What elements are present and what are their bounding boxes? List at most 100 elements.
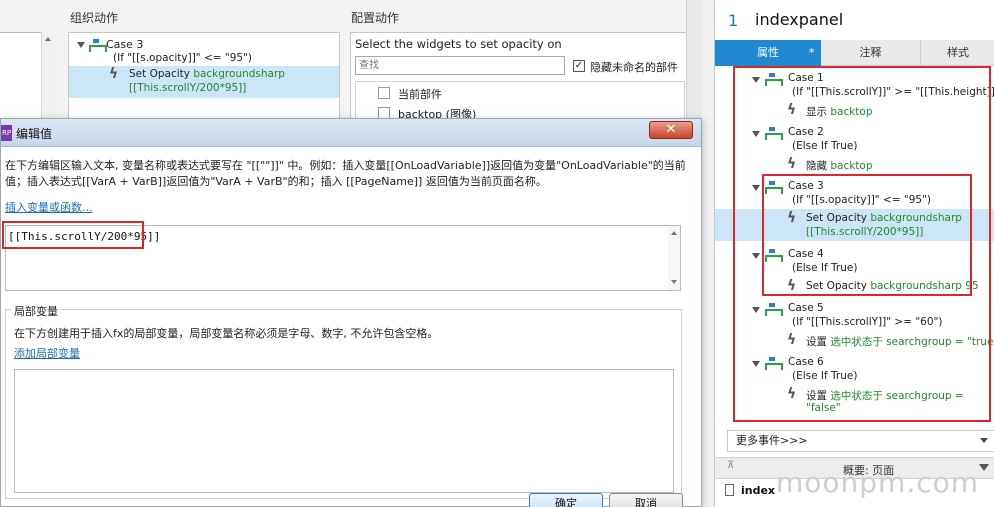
lightning-icon: ϟ — [109, 66, 119, 82]
tab-notes[interactable]: 注释 — [821, 40, 921, 66]
collapse-triangle-icon[interactable] — [752, 77, 760, 83]
collapse-triangle-icon[interactable] — [752, 185, 760, 191]
action-value: [[This.scrollY/200*95]] — [806, 226, 924, 238]
dialog-description: 在下方编辑区输入文本, 变量名称或表达式要写在 "[[""]]" 中。例如：插入… — [5, 159, 686, 188]
case-condition: (If "[[s.opacity]]" <= "95") — [113, 52, 253, 64]
lightning-icon: ϟ — [787, 386, 797, 402]
cancel-button[interactable]: 取消 — [609, 493, 683, 507]
action-text: Set Opacity backgroundsharp — [806, 212, 962, 224]
case-condition: (Else If True) — [792, 370, 858, 382]
case-label: Case 3 — [106, 38, 144, 51]
panel-title[interactable]: indexpanel — [755, 10, 843, 29]
dialog-titlebar[interactable]: RP 编辑值 ✕ — [1, 119, 701, 147]
collapse-triangle-icon[interactable] — [752, 361, 760, 367]
collapse-triangle-icon[interactable] — [752, 307, 760, 313]
lightning-icon: ϟ — [787, 156, 797, 172]
editor-scrollbar[interactable] — [686, 0, 702, 122]
collapse-triangle-icon[interactable] — [77, 42, 85, 48]
case-condition: (Else If True) — [792, 262, 858, 274]
action-target: backgroundsharp — [193, 68, 285, 80]
case-label: Case 6 — [788, 356, 824, 368]
chevron-down-icon — [980, 438, 988, 443]
widget-search-input[interactable] — [355, 56, 565, 75]
case-label: Case 1 — [788, 72, 824, 84]
collapse-triangle-icon[interactable] — [752, 131, 760, 137]
case-condition: (If "[[s.opacity]]" <= "95") — [792, 194, 932, 206]
action-prefix: Set Opacity — [129, 68, 190, 80]
more-events-dropdown[interactable]: 更多事件>>> — [727, 430, 994, 452]
add-local-variable-link[interactable]: 添加局部变量 — [14, 345, 80, 361]
ok-button[interactable]: 确定 — [529, 493, 603, 507]
case-item[interactable]: Case 1 (If "[[This.scrollY]]" >= "[[This… — [715, 70, 994, 124]
case-label: Case 5 — [788, 302, 824, 314]
widget-checkbox[interactable] — [378, 87, 390, 99]
case-item[interactable]: Case 4 (Else If True) ϟ Set Opacity back… — [715, 246, 994, 296]
case-item[interactable]: Case 3 (If "[[s.opacity]]" <= "95") ϟ Se… — [715, 178, 994, 242]
action-text: 设置 选中状态于 searchgroup = "true" — [806, 336, 994, 348]
case-condition: (If "[[This.scrollY]]" >= "[[This.height… — [792, 86, 994, 98]
case-icon — [765, 357, 783, 370]
event-cases-list[interactable]: Case 1 (If "[[This.scrollY]]" >= "[[This… — [715, 66, 994, 428]
scroll-down-icon[interactable] — [671, 280, 677, 284]
case-icon — [88, 39, 107, 52]
page-icon — [725, 484, 734, 496]
case-label: Case 4 — [788, 248, 824, 260]
tab-style[interactable]: 样式 — [921, 40, 994, 66]
panel-header: 1 indexpanel — [715, 0, 994, 40]
scroll-up-icon[interactable] — [671, 231, 677, 235]
action-text: 隐藏 backtop — [806, 160, 873, 172]
case-row[interactable]: Case 3 — [77, 38, 144, 52]
actions-tree[interactable]: Case 3 (If "[[s.opacity]]" <= "95") ϟ Se… — [68, 32, 340, 122]
pin-icon[interactable]: ⊼ — [727, 460, 734, 471]
lightning-icon: ϟ — [787, 278, 797, 294]
widget-list[interactable]: 当前部件 backtop (图像) — [355, 81, 685, 121]
collapse-triangle-icon[interactable] — [752, 253, 760, 259]
case-icon — [765, 303, 783, 316]
hide-unnamed-checkbox[interactable]: ✓ — [573, 60, 585, 72]
action-text: Set Opacity backgroundsharp 95 — [806, 280, 979, 292]
edit-value-dialog: RP 编辑值 ✕ 在下方编辑区输入文本, 变量名称或表达式要写在 "[[""]]… — [0, 118, 702, 507]
case-icon — [765, 249, 783, 262]
dialog-title: 编辑值 — [16, 127, 53, 141]
watermark: moonpm.com — [776, 466, 980, 499]
case-label: Case 2 — [788, 126, 824, 138]
properties-panel: 1 indexpanel 属性 * 注释 样式 Case 1 (If "[[Th… — [714, 0, 994, 507]
value-text: [[This.scrollY/200*95]] — [8, 230, 161, 243]
case-icon — [765, 181, 783, 194]
case-icon — [765, 127, 783, 140]
events-list-scrollbar[interactable] — [41, 32, 56, 122]
filter-icon[interactable] — [979, 464, 989, 471]
close-button[interactable]: ✕ — [649, 121, 693, 139]
actions-header: 组织动作 — [70, 11, 119, 25]
panel-tabs: 属性 * 注释 样式 — [715, 40, 994, 66]
case-label: Case 3 — [788, 180, 824, 192]
tab-modified-marker: * — [809, 46, 815, 59]
case-item[interactable]: Case 5 (If "[[This.scrollY]]" >= "60") ϟ… — [715, 300, 994, 354]
action-text: 设置 选中状态于 searchgroup = — [806, 390, 964, 402]
action-value: [[This.scrollY/200*95]] — [129, 82, 247, 94]
config-header: 配置动作 — [351, 11, 400, 25]
lightning-icon: ϟ — [787, 332, 797, 348]
app-icon: RP — [1, 125, 12, 141]
action-row-selected[interactable]: ϟ Set Opacity backgroundsharp [[This.scr… — [715, 209, 994, 241]
panel-number: 1 — [728, 11, 739, 30]
insert-variable-link[interactable]: 插入变量或函数... — [5, 199, 93, 215]
local-variables-description: 在下方创建用于插入fx的局部变量，局部变量名称必须是字母、数字, 不允许包含空格… — [14, 327, 439, 340]
widget-item[interactable]: 当前部件 — [398, 86, 442, 102]
text-area-scrollbar[interactable] — [668, 226, 680, 290]
case-icon — [765, 73, 783, 86]
case-item[interactable]: Case 2 (Else If True) ϟ 隐藏 backtop — [715, 124, 994, 178]
action-row-selected[interactable]: ϟ Set Opacity backgroundsharp [[This.scr… — [69, 66, 339, 98]
action-text: 显示 backtop — [806, 106, 873, 118]
config-panel: Select the widgets to set opacity on ✓ 隐… — [350, 32, 688, 122]
tab-properties[interactable]: 属性 * — [715, 40, 821, 66]
case-item[interactable]: Case 6 (Else If True) ϟ 设置 选中状态于 searchg… — [715, 354, 994, 418]
action-value-continued: "false" — [806, 402, 841, 414]
config-prompt: Select the widgets to set opacity on — [355, 37, 562, 51]
value-text-area[interactable]: [[This.scrollY/200*95]] — [5, 225, 681, 291]
scroll-up-icon[interactable] — [45, 37, 51, 41]
case-condition: (Else If True) — [792, 140, 858, 152]
lightning-icon: ϟ — [787, 210, 797, 226]
case-condition: (If "[[This.scrollY]]" >= "60") — [792, 316, 943, 328]
local-variables-list[interactable] — [14, 369, 674, 493]
